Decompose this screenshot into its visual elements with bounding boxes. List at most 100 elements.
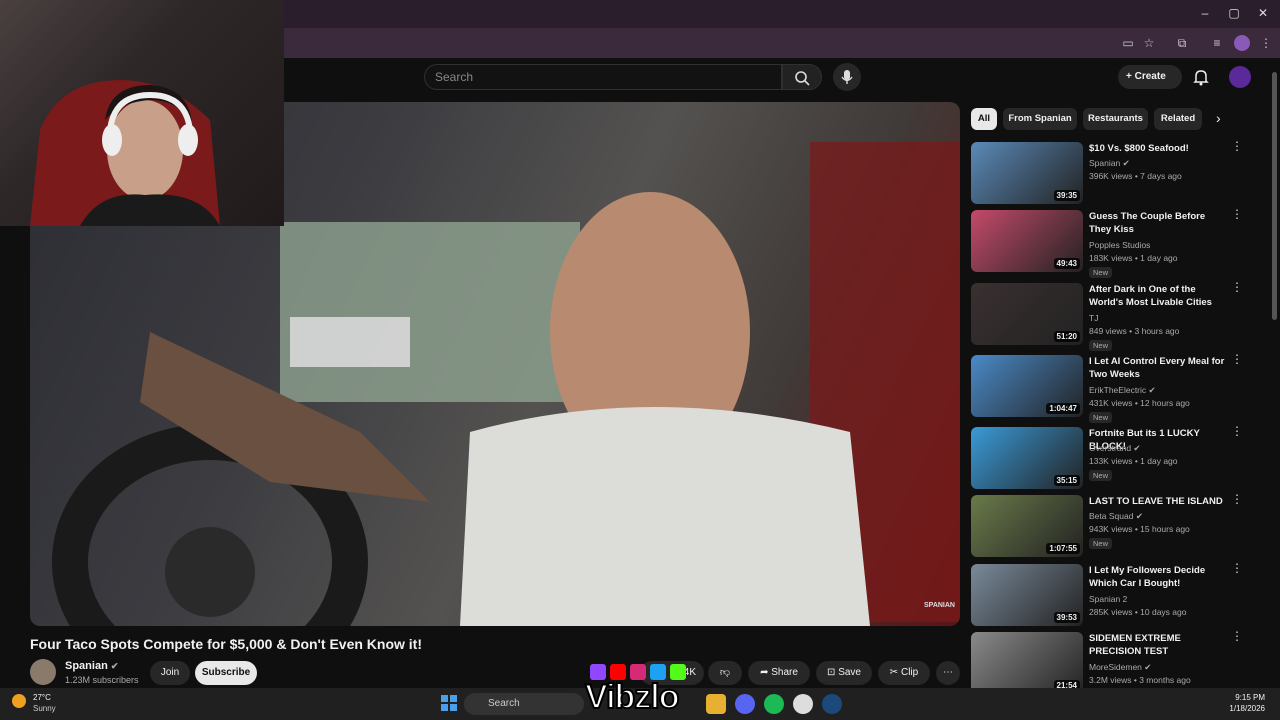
recommendation-thumbnail[interactable]: 35:15 [971,427,1083,489]
create-button[interactable]: + Create [1118,65,1182,89]
recommendation-thumbnail[interactable]: 21:54 [971,632,1083,694]
recommendation-channel[interactable]: MoreSidemen ✔ [1089,662,1151,673]
more-actions-button[interactable]: ⋯ [936,661,960,685]
recommendation-title[interactable]: LAST TO LEAVE THE ISLAND [1089,495,1229,508]
chip-from-spanian[interactable]: From Spanian [1003,108,1077,130]
verified-icon: ✔ [1144,662,1152,672]
account-avatar[interactable] [1229,66,1251,88]
recommendation-title[interactable]: I Let AI Control Every Meal for Two Week… [1089,355,1229,381]
notifications-button[interactable] [1190,66,1212,88]
scissors-icon: ✂ [889,667,901,678]
recommendation-title[interactable]: $10 Vs. $800 Seafood! [1089,142,1229,155]
verified-icon: ✔ [110,661,119,671]
more-options-icon[interactable]: ⋮ [1231,425,1243,437]
recommendation-thumbnail[interactable]: 51:20 [971,283,1083,345]
scrollbar[interactable] [1272,72,1277,320]
recommendation-channel[interactable]: Overstrand ✔ [1089,443,1141,454]
microphone-icon [841,70,853,84]
dislike-button[interactable]: 👎︎ [708,661,742,685]
clip-button[interactable]: ✂ Clip [878,661,930,685]
recommendation-meta: 285K views • 10 days ago [1089,607,1187,617]
more-options-icon[interactable]: ⋮ [1231,208,1243,220]
recommendation-item[interactable]: 51:20 After Dark in One of the World's Mo… [971,281,1271,351]
recommendation-channel[interactable]: Spanian 2 [1089,594,1127,604]
recommendation-title[interactable]: I Let My Followers Decide Which Car I Bo… [1089,564,1229,590]
taskbar-date: 1/18/2026 [1229,704,1265,713]
discord-icon[interactable] [735,694,755,714]
recommendation-thumbnail[interactable]: 39:35 [971,142,1083,204]
recommendation-meta: 133K views • 1 day ago [1089,456,1178,466]
media-control-icon[interactable]: ≡ [1209,35,1225,51]
recommendation-item[interactable]: 39:53 I Let My Followers Decide Which Car… [971,562,1271,628]
weather-temp[interactable]: 27°C [33,693,51,702]
video-duration: 35:15 [1053,475,1080,486]
recommendation-meta: 183K views • 1 day ago [1089,253,1178,263]
recommendation-item[interactable]: 49:43 Guess The Couple Before They Kiss Po… [971,208,1271,278]
save-button[interactable]: ⊡ Save [816,661,872,685]
close-icon[interactable]: ✕ [1256,6,1270,20]
more-options-icon[interactable]: ⋮ [1231,353,1243,365]
video-title: Four Taco Spots Compete for $5,000 & Don… [30,636,422,652]
subscriber-count: 1.23M subscribers [65,675,139,685]
file-explorer-icon[interactable] [706,694,726,714]
extensions-icon[interactable]: ⧉ [1174,35,1190,51]
recommendation-title[interactable]: Guess The Couple Before They Kiss [1089,210,1229,236]
recommendation-channel[interactable]: Beta Squad ✔ [1089,511,1143,522]
recommendation-channel[interactable]: ErikTheElectric ✔ [1089,385,1156,396]
verified-icon: ✔ [1148,385,1156,395]
chip-related[interactable]: Related [1154,108,1202,130]
spotify-icon[interactable] [764,694,784,714]
recommendation-item[interactable]: 1:04:47 I Let AI Control Every Meal for T… [971,353,1271,423]
recommendation-meta: 943K views • 15 hours ago [1089,524,1190,534]
recommendation-meta: 431K views • 12 hours ago [1089,398,1190,408]
chrome-icon[interactable] [793,694,813,714]
recommendation-thumbnail[interactable]: 49:43 [971,210,1083,272]
recommendation-item[interactable]: 1:07:55 LAST TO LEAVE THE ISLAND Beta Squa… [971,493,1271,559]
channel-name[interactable]: Spanian ✔ [65,660,118,672]
recommendation-meta: 3.2M views • 3 months ago [1089,675,1191,685]
profile-icon[interactable] [1234,35,1250,51]
minimize-icon[interactable]: – [1198,6,1212,20]
recommendation-thumbnail[interactable]: 1:07:55 [971,495,1083,557]
more-options-icon[interactable]: ⋮ [1231,281,1243,293]
voice-search-button[interactable] [833,63,861,91]
cast-icon[interactable]: ▭ [1120,35,1136,51]
maximize-icon[interactable]: ▢ [1227,6,1241,20]
channel-avatar[interactable] [30,659,56,685]
search-input[interactable]: Search [424,64,782,90]
recommendation-channel[interactable]: TJ [1089,313,1098,323]
recommendation-thumbnail[interactable]: 39:53 [971,564,1083,626]
vibzlo-brand-overlay: Vibzlo [584,677,680,717]
weather-icon [12,694,26,708]
more-options-icon[interactable]: ⋮ [1231,630,1243,642]
recommendation-item[interactable]: 35:15 Fortnite But its 1 LUCKY BLOCK! Over… [971,425,1271,491]
recommendation-thumbnail[interactable]: 1:04:47 [971,355,1083,417]
recommendation-item[interactable]: 21:54 SIDEMEN EXTREME PRECISION TEST MoreS… [971,630,1271,696]
chip-all[interactable]: All [971,108,997,130]
join-button[interactable]: Join [150,661,190,685]
chips-next-icon[interactable]: › [1216,110,1221,126]
more-options-icon[interactable]: ⋮ [1231,562,1243,574]
recommendation-item[interactable]: 39:35 $10 Vs. $800 Seafood! Spanian ✔ 396K … [971,140,1271,206]
channel-watermark: SPANIAN [924,602,955,609]
bell-icon [1193,70,1209,86]
subscribe-button[interactable]: Subscribe [195,661,257,685]
taskbar-time[interactable]: 9:15 PM [1225,693,1265,702]
verified-icon: ✔ [1133,443,1141,453]
recommendation-channel[interactable]: Spanian ✔ [1089,158,1130,169]
steam-icon[interactable] [822,694,842,714]
weather-desc: Sunny [33,704,56,713]
video-duration: 39:35 [1053,190,1080,201]
share-button[interactable]: ➦ Share [748,661,810,685]
windows-start-icon[interactable] [440,694,458,712]
search-button[interactable] [782,64,822,90]
recommendation-channel[interactable]: Popples Studios [1089,240,1150,250]
taskbar-search[interactable]: Search [464,693,584,715]
chip-restaurants[interactable]: Restaurants [1083,108,1148,130]
recommendation-title[interactable]: SIDEMEN EXTREME PRECISION TEST [1089,632,1229,658]
recommendation-title[interactable]: After Dark in One of the World's Most Li… [1089,283,1229,309]
bookmark-star-icon[interactable]: ☆ [1141,35,1157,51]
browser-menu-icon[interactable]: ⋮ [1258,35,1274,51]
more-options-icon[interactable]: ⋮ [1231,493,1243,505]
more-options-icon[interactable]: ⋮ [1231,140,1243,152]
